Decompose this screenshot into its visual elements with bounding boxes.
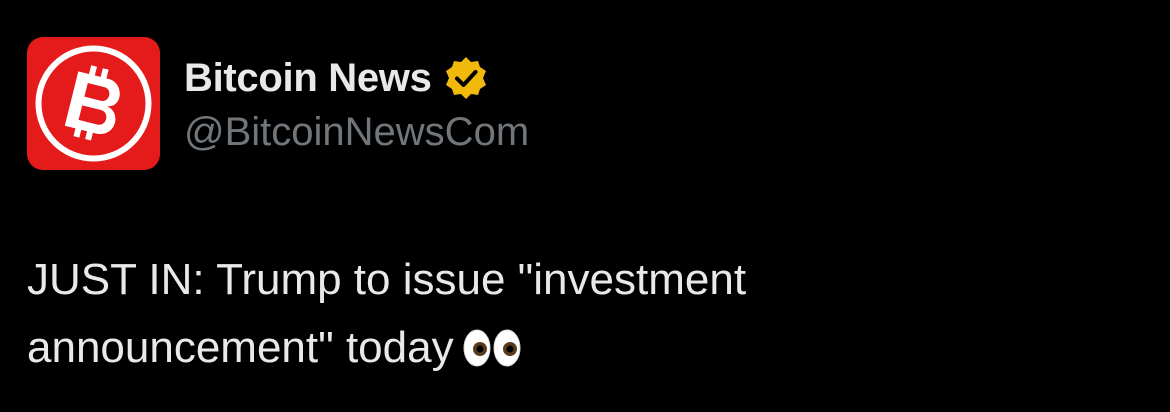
tweet-text-line2: announcement" today — [27, 323, 454, 372]
bitcoin-logo-icon — [27, 37, 160, 170]
author-display-name[interactable]: Bitcoin News — [184, 50, 432, 106]
author-name-row: Bitcoin News — [184, 50, 490, 106]
tweet-text: JUST IN: Trump to issue "investment anno… — [27, 246, 1127, 382]
verified-badge-icon[interactable] — [442, 54, 490, 102]
author-handle[interactable]: @BitcoinNewsCom — [184, 104, 529, 160]
eyes-emoji-icon — [462, 328, 524, 368]
tweet-text-line1: JUST IN: Trump to issue "investment — [27, 255, 747, 304]
avatar[interactable] — [27, 37, 160, 170]
tweet-card: Bitcoin News @BitcoinNewsCom JUST IN: Tr… — [0, 0, 1170, 412]
